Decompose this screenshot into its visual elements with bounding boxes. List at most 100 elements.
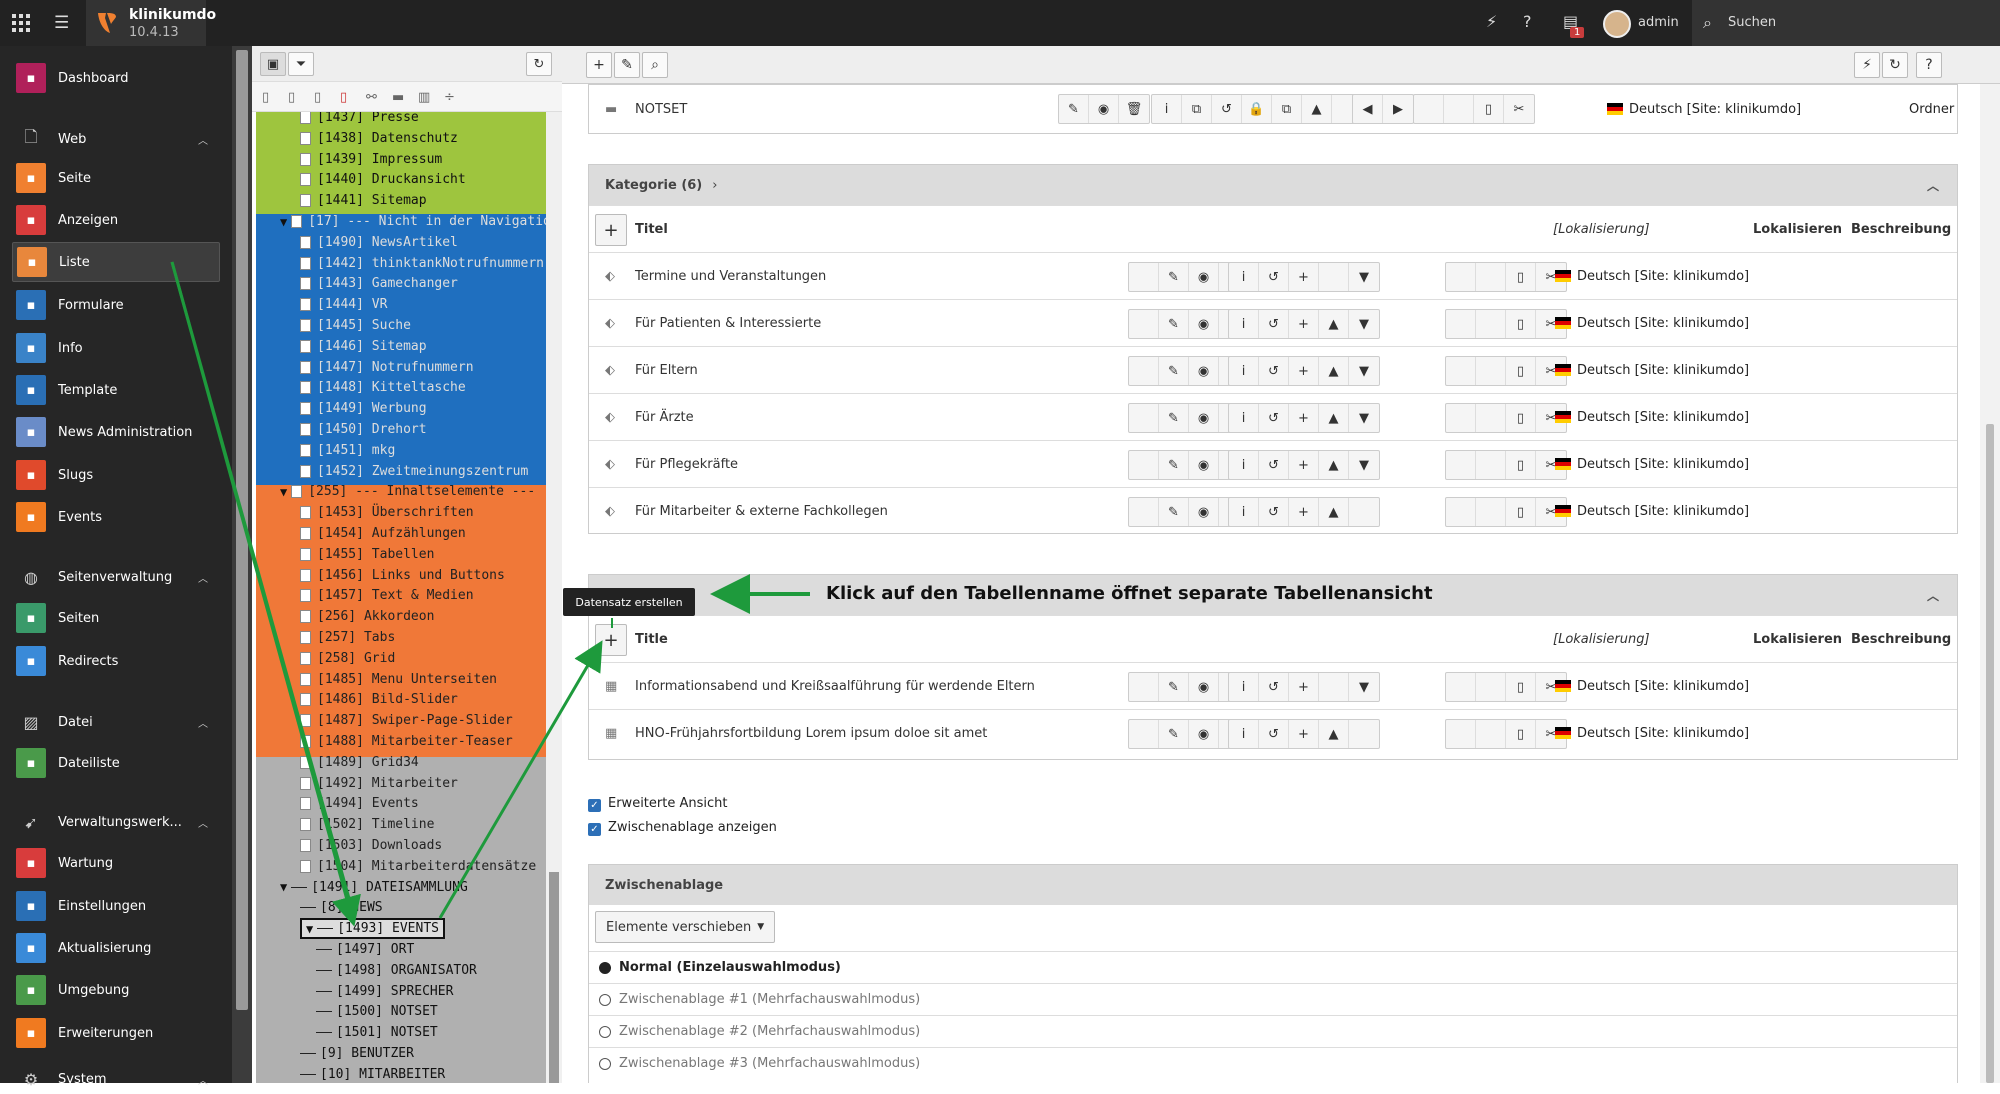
history-icon[interactable]: ↺ [1259, 404, 1289, 432]
edit-icon[interactable]: ✎ [1159, 357, 1189, 385]
app-grid-icon[interactable] [12, 14, 30, 32]
cut-icon[interactable]: ✂ [1504, 95, 1534, 123]
info-icon[interactable]: i [1229, 263, 1259, 291]
edit-icon[interactable]: ✎ [1159, 404, 1189, 432]
sidebar-item-aktualisierung[interactable]: ▪ Aktualisierung [12, 928, 220, 968]
copy-icon[interactable]: ⧉ [1182, 95, 1212, 123]
tree-node[interactable]: [1450] Drehort [300, 419, 427, 440]
info-icon[interactable]: i [1229, 498, 1259, 526]
clipboard-icon[interactable]: ▯ [1506, 263, 1536, 291]
tree-node[interactable]: [1449] Werbung [300, 398, 427, 419]
toggle-icon[interactable]: ◉ [1189, 310, 1219, 338]
col-description[interactable]: Beschreibung [1851, 222, 1951, 237]
chevron-up-icon[interactable]: ︿ [198, 132, 208, 147]
flash-icon[interactable]: ⚡ [1486, 12, 1497, 31]
radio-button[interactable] [599, 1058, 611, 1070]
down-icon[interactable]: ▼ [1349, 404, 1379, 432]
history-icon[interactable]: ↺ [1259, 451, 1289, 479]
toggle-icon[interactable]: ◉ [1189, 720, 1219, 748]
new-after-icon[interactable]: + [1289, 357, 1319, 385]
left-icon[interactable]: ◀ [1353, 95, 1383, 123]
sidebar-item-redirects[interactable]: ▪ Redirects [12, 641, 220, 681]
tree-node[interactable]: [1454] Aufzählungen [300, 523, 466, 544]
tree-scrollbar[interactable] [546, 112, 562, 1083]
shortcut-button[interactable]: ⚡ [1854, 52, 1880, 78]
radio-button[interactable] [599, 1026, 611, 1038]
tree-node[interactable]: ▼ [1493] EVENTS [300, 918, 445, 940]
sidebar-item-info[interactable]: ▪ Info [12, 328, 220, 368]
clipboard-mode-option[interactable]: Zwischenablage #1 (Mehrfachauswahlmodus) [589, 983, 1957, 1015]
right-icon[interactable]: ▶ [1383, 95, 1413, 123]
page-type-icon[interactable]: ▯ [288, 90, 295, 105]
clipboard-icon[interactable]: ▯ [1506, 498, 1536, 526]
chevron-right-icon[interactable]: › [712, 178, 717, 193]
row-title[interactable]: Informationsabend und Kreißsaalführung f… [635, 679, 1035, 694]
col-description[interactable]: Beschreibung [1851, 632, 1951, 647]
up-icon[interactable]: ▲ [1319, 498, 1349, 526]
tree-node[interactable]: [1489] Grid34 [300, 752, 419, 773]
new-after-icon[interactable]: + [1289, 673, 1319, 701]
show-clipboard-label[interactable]: Zwischenablage anzeigen [608, 820, 777, 835]
delete-icon[interactable]: 🗑 [1119, 95, 1149, 123]
tree-node[interactable]: [8] NEWS [300, 897, 383, 918]
show-clipboard-checkbox[interactable]: ✓ [588, 823, 601, 836]
clipboard-icon[interactable]: ▯ [1506, 673, 1536, 701]
tree-node[interactable]: [1446] Sitemap [300, 336, 427, 357]
separator-type-icon[interactable]: ÷ [444, 90, 455, 105]
chevron-up-icon[interactable]: ︿ [198, 815, 208, 830]
tree-node[interactable]: [1492] Mitarbeiter [300, 773, 458, 794]
edit-icon[interactable]: ✎ [1059, 95, 1089, 123]
expand-toggle-icon[interactable]: ▼ [306, 922, 313, 936]
folder-type-icon[interactable]: ▬ [392, 90, 404, 105]
tree-node[interactable]: [256] Akkordeon [300, 606, 434, 627]
new-icon[interactable]: ⧉ [1272, 95, 1302, 123]
tree-node[interactable]: [1503] Downloads [300, 835, 442, 856]
add-record-button[interactable]: + [595, 624, 627, 656]
search-icon[interactable]: ⌕ [1703, 13, 1712, 33]
row-title[interactable]: Für Ärzte [635, 410, 694, 425]
tree-node[interactable]: [1456] Links und Buttons [300, 565, 505, 586]
sidebar-item-seite[interactable]: ▪ Seite [12, 158, 220, 198]
radio-button[interactable] [599, 962, 611, 974]
clipboard-mode-option[interactable]: Zwischenablage #2 (Mehrfachauswahlmodus) [589, 1015, 1957, 1047]
tree-node[interactable]: [1504] Mitarbeiterdatensätze [300, 856, 536, 877]
down-icon[interactable]: ▼ [1349, 673, 1379, 701]
tree-node[interactable]: [1499] SPRECHER [316, 981, 453, 1002]
row-title[interactable]: NOTSET [635, 102, 687, 117]
help-icon[interactable]: ? [1523, 12, 1532, 31]
tree-node[interactable]: [1443] Gamechanger [300, 273, 458, 294]
trash-type-icon[interactable]: ▥ [418, 90, 430, 105]
table-header[interactable]: Kategorie (6) › ︿ [589, 165, 1957, 205]
tree-node[interactable]: [1497] ORT [316, 939, 414, 960]
sidebar-item-dashboard[interactable]: ▪ Dashboard [12, 58, 220, 98]
row-title[interactable]: Für Eltern [635, 363, 698, 378]
col-localize[interactable]: Lokalisieren [1753, 222, 1842, 237]
info-icon[interactable]: i [1229, 357, 1259, 385]
edit-icon[interactable]: ✎ [1159, 310, 1189, 338]
tree-node[interactable]: [258] Grid [300, 648, 395, 669]
up-icon[interactable]: ▲ [1319, 720, 1349, 748]
new-after-icon[interactable]: + [1289, 263, 1319, 291]
new-after-icon[interactable]: + [1289, 720, 1319, 748]
clipboard-icon[interactable]: ▯ [1506, 404, 1536, 432]
tree-node[interactable]: [1437] Presse [300, 112, 419, 128]
tree-node[interactable]: [1444] VR [300, 294, 387, 315]
toggle-icon[interactable]: ◉ [1189, 498, 1219, 526]
row-title[interactable]: HNO-Frühjahrsfortbildung Lorem ipsum dol… [635, 726, 987, 741]
tree-node[interactable]: [1485] Menu Unterseiten [300, 669, 497, 690]
down-icon[interactable]: ▼ [1349, 357, 1379, 385]
sidebar-scrollbar[interactable] [232, 46, 252, 1083]
row-title[interactable]: Für Patienten & Interessierte [635, 316, 821, 331]
sidebar-section-14[interactable]: ▨ Datei ︿ [12, 707, 220, 737]
sidebar-item-events[interactable]: ▪ Events [12, 497, 220, 537]
toggle-icon[interactable]: ◉ [1189, 673, 1219, 701]
history-icon[interactable]: ↺ [1259, 310, 1289, 338]
page-type-icon[interactable]: ▯ [262, 90, 269, 105]
avatar[interactable] [1603, 10, 1631, 38]
down-icon[interactable]: ▼ [1349, 263, 1379, 291]
sidebar-section-22[interactable]: ⚙ System ︿ [12, 1064, 220, 1094]
tree-node[interactable]: [1445] Suche [300, 315, 411, 336]
info-icon[interactable]: i [1229, 310, 1259, 338]
username[interactable]: admin [1638, 15, 1679, 30]
tree-node[interactable]: [1453] Überschriften [300, 502, 474, 523]
